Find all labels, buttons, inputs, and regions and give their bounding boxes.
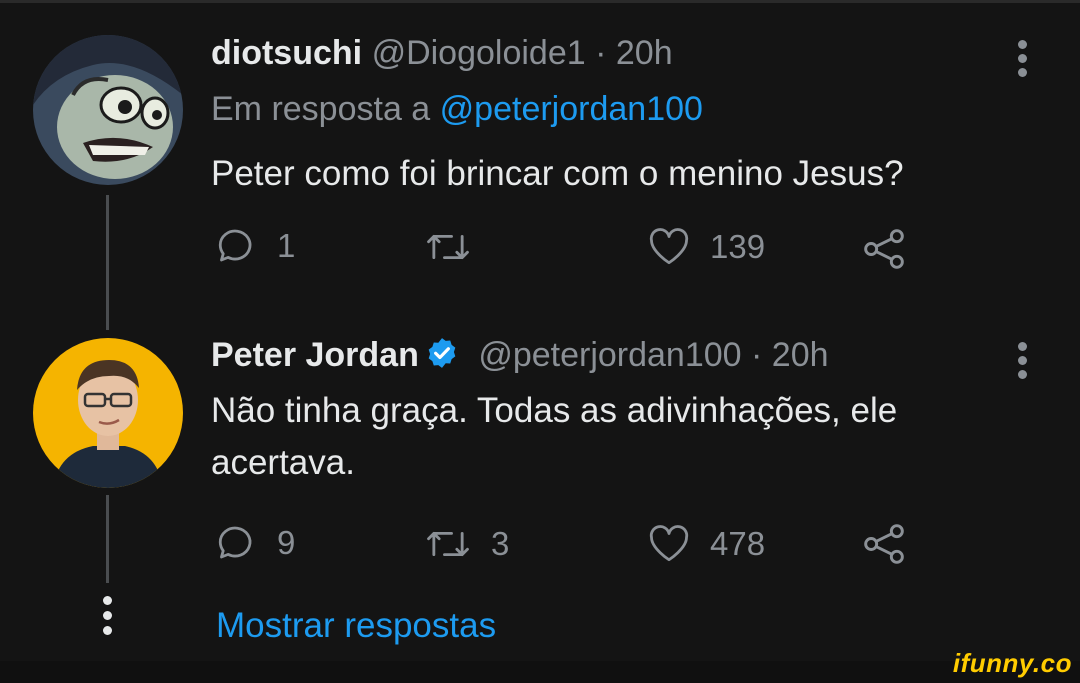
tweet-header: Peter Jordan @peterjordan100 · 20h <box>211 336 829 375</box>
top-divider <box>0 0 1080 3</box>
thread-connector <box>106 495 109 583</box>
thread-continuation-icon <box>101 596 113 641</box>
reply-button[interactable]: 9 <box>215 522 295 564</box>
reply-context: Em resposta a @peterjordan100 <box>211 90 703 129</box>
tweet-text: Peter como foi brincar com o menino Jesu… <box>211 154 904 193</box>
share-button[interactable] <box>862 228 906 270</box>
tweet-time[interactable]: · 20h <box>751 336 829 374</box>
tweet-text-line: acertava. <box>211 443 355 482</box>
user-handle[interactable]: @Diogoloide1 <box>372 34 586 72</box>
tweet-text: Não tinha graça. Todas as adivinhações, … <box>211 385 897 489</box>
reply-count: 9 <box>277 524 296 561</box>
retweet-button[interactable] <box>425 227 491 267</box>
retweet-icon <box>427 234 469 260</box>
tweet-time[interactable]: · 20h <box>595 34 673 72</box>
like-button[interactable]: 478 <box>648 524 765 564</box>
display-name[interactable]: diotsuchi <box>211 34 362 72</box>
avatar-diotsuchi[interactable] <box>33 35 183 185</box>
reply-icon <box>218 229 252 262</box>
tweet-text-line: Não tinha graça. Todas as adivinhações, … <box>211 391 898 430</box>
reply-to-link[interactable]: @peterjordan100 <box>440 90 703 128</box>
reply-prefix: Em resposta a <box>211 90 431 128</box>
thread-connector <box>106 195 109 330</box>
avatar-peter-jordan[interactable] <box>33 338 183 488</box>
user-handle[interactable]: @peterjordan100 <box>478 336 741 374</box>
show-replies-link[interactable]: Mostrar respostas <box>216 606 496 646</box>
display-name[interactable]: Peter Jordan <box>211 336 419 374</box>
heart-icon <box>649 525 689 562</box>
verified-badge-icon <box>428 338 456 368</box>
reply-count: 1 <box>277 227 296 264</box>
like-button[interactable]: 139 <box>648 227 765 267</box>
like-count: 139 <box>710 228 766 265</box>
more-options-icon[interactable] <box>1016 40 1028 82</box>
retweet-button[interactable]: 3 <box>425 524 509 564</box>
heart-icon <box>649 228 689 265</box>
retweet-icon <box>427 531 469 557</box>
share-button[interactable] <box>862 523 906 565</box>
retweet-count: 3 <box>491 525 510 562</box>
bottom-strip <box>0 661 1080 683</box>
like-count: 478 <box>710 525 766 562</box>
watermark-logo: ifunny.co <box>952 648 1072 678</box>
tweet-header: diotsuchi @Diogoloide1 · 20h <box>211 34 673 73</box>
share-icon <box>864 229 904 269</box>
share-icon <box>864 524 904 564</box>
more-options-icon[interactable] <box>1016 342 1028 384</box>
reply-button[interactable]: 1 <box>215 225 295 267</box>
reply-icon <box>218 526 252 559</box>
